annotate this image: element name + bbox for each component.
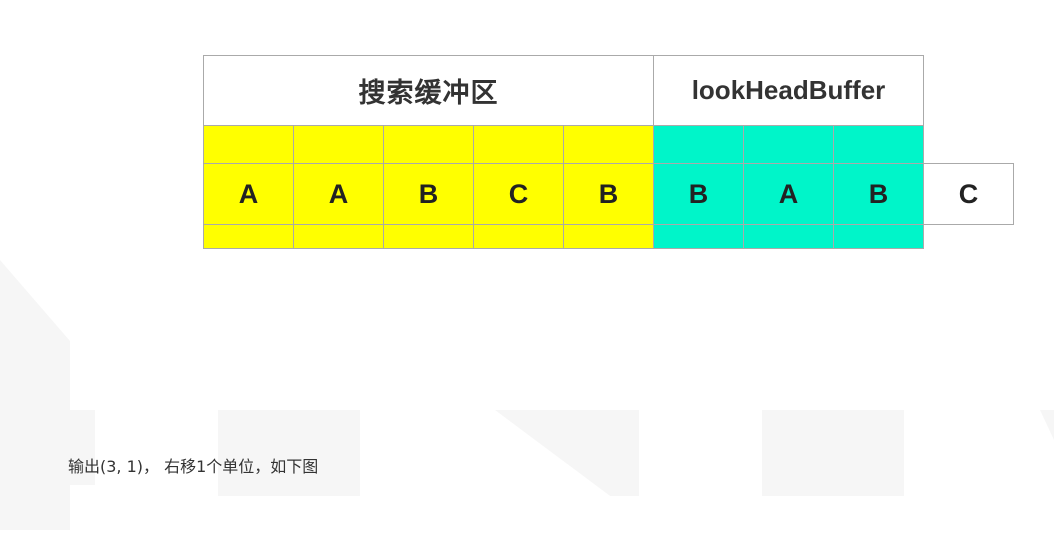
search-buffer-header: 搜索缓冲区 — [203, 55, 654, 126]
watermark-shape — [495, 410, 639, 496]
search-buffer-cell — [563, 125, 654, 164]
search-buffer-cell — [293, 125, 384, 164]
search-buffer-cell — [203, 224, 294, 249]
watermark-shape — [1040, 410, 1054, 440]
search-buffer-cell — [563, 224, 654, 249]
search-buffer-cell — [473, 224, 564, 249]
lookahead-buffer-symbol: B — [688, 179, 709, 209]
lookahead-buffer-symbol: A — [778, 179, 799, 209]
search-buffer-symbol: A — [328, 179, 349, 209]
search-buffer-symbol: B — [418, 179, 439, 209]
search-buffer-symbol: C — [508, 179, 529, 209]
lookahead-buffer-cell — [653, 125, 744, 164]
search-buffer-symbol: A — [238, 179, 259, 209]
search-buffer-cell — [383, 224, 474, 249]
watermark-shape — [0, 260, 70, 530]
search-buffer-symbol: B — [598, 179, 619, 209]
search-buffer-cell — [293, 224, 384, 249]
search-buffer-cell — [473, 125, 564, 164]
lookahead-buffer-cell — [743, 224, 834, 249]
search-buffer-cell — [383, 125, 474, 164]
lookahead-buffer-header: lookHeadBuffer — [653, 55, 924, 126]
watermark-shape — [762, 410, 904, 496]
lookahead-buffer-cell — [653, 224, 744, 249]
lookahead-buffer-cell — [833, 125, 924, 164]
lookahead-buffer-cell — [833, 224, 924, 249]
caption-text: 输出(3, 1)， 右移1个单位，如下图 — [68, 457, 319, 476]
lookahead-buffer-symbol: B — [868, 179, 889, 209]
search-buffer-cell — [203, 125, 294, 164]
lookahead-buffer-cell — [743, 125, 834, 164]
next-symbol: C — [958, 179, 979, 209]
